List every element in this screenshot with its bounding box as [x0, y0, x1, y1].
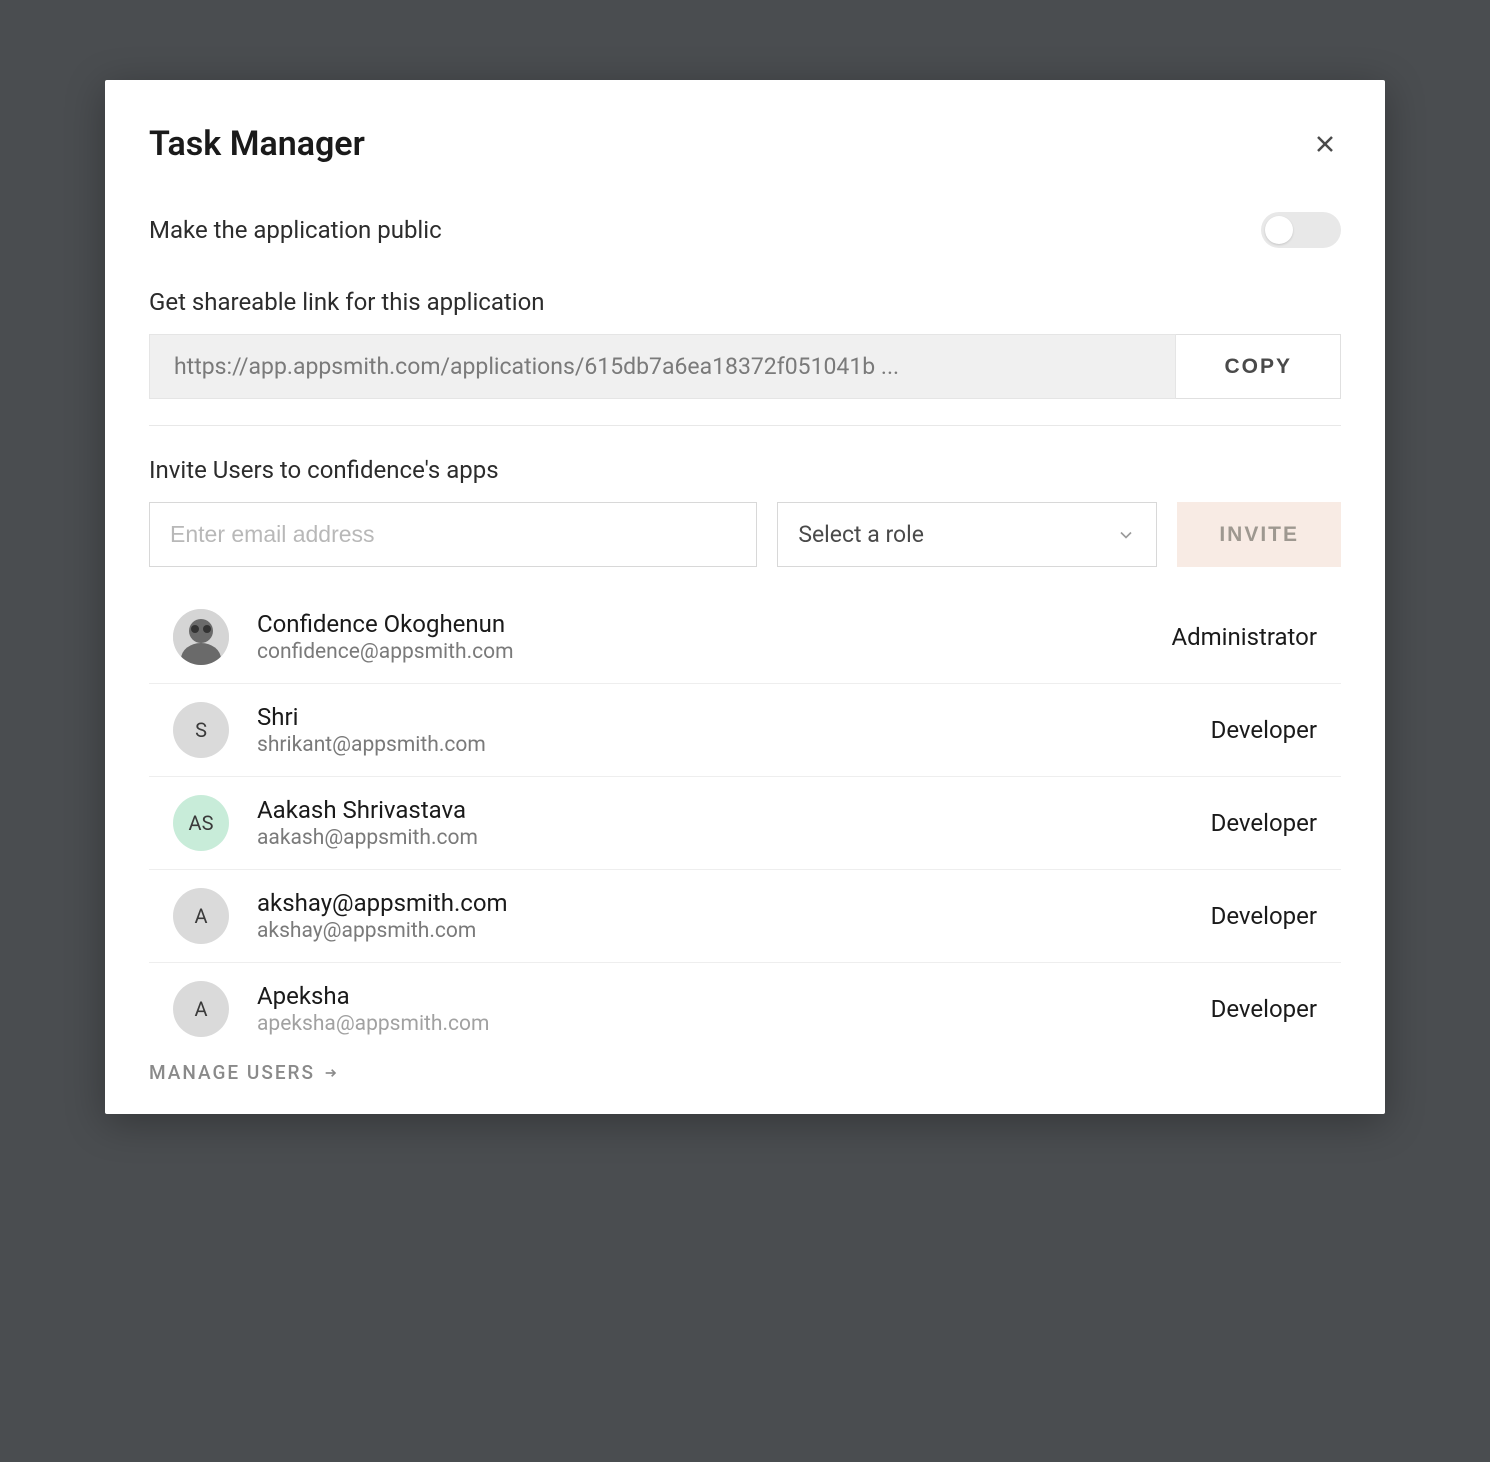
- user-email: shrikant@appsmith.com: [257, 733, 1211, 757]
- invite-section-label: Invite Users to confidence's apps: [149, 456, 1341, 484]
- user-role: Developer: [1211, 902, 1317, 930]
- user-info: akshay@appsmith.com akshay@appsmith.com: [257, 889, 1211, 943]
- user-info: Confidence Okoghenun confidence@appsmith…: [257, 610, 1171, 664]
- user-row: Confidence Okoghenun confidence@appsmith…: [149, 599, 1341, 684]
- modal-title: Task Manager: [149, 124, 365, 164]
- share-modal: Task Manager Make the application public…: [105, 80, 1385, 1114]
- user-role: Administrator: [1171, 623, 1317, 651]
- public-toggle-row: Make the application public: [149, 212, 1341, 248]
- user-name: Shri: [257, 703, 1211, 731]
- user-name: akshay@appsmith.com: [257, 889, 1211, 917]
- arrow-right-icon: [323, 1065, 339, 1081]
- user-email: confidence@appsmith.com: [257, 640, 1171, 664]
- avatar: AS: [173, 795, 229, 851]
- avatar: A: [173, 888, 229, 944]
- public-toggle-label: Make the application public: [149, 216, 442, 244]
- user-row: S Shri shrikant@appsmith.com Developer: [149, 684, 1341, 777]
- user-row: A akshay@appsmith.com akshay@appsmith.co…: [149, 870, 1341, 963]
- share-url-display[interactable]: https://app.appsmith.com/applications/61…: [149, 334, 1176, 399]
- user-list: Confidence Okoghenun confidence@appsmith…: [149, 599, 1341, 1037]
- toggle-knob: [1265, 216, 1293, 244]
- user-role: Developer: [1211, 716, 1317, 744]
- share-link-row: https://app.appsmith.com/applications/61…: [149, 334, 1341, 399]
- user-email: apeksha@appsmith.com: [257, 1012, 1211, 1036]
- manage-users-label: MANAGE USERS: [149, 1061, 315, 1084]
- manage-users-link[interactable]: MANAGE USERS: [149, 1061, 339, 1084]
- divider: [149, 425, 1341, 426]
- avatar: S: [173, 702, 229, 758]
- chevron-down-icon: [1116, 525, 1136, 545]
- invite-button[interactable]: INVITE: [1177, 502, 1341, 567]
- user-email: akshay@appsmith.com: [257, 919, 1211, 943]
- avatar: A: [173, 981, 229, 1037]
- user-role: Developer: [1211, 809, 1317, 837]
- public-toggle[interactable]: [1261, 212, 1341, 248]
- role-select-value: Select a role: [798, 521, 924, 548]
- email-input[interactable]: [149, 502, 757, 567]
- user-name: Apeksha: [257, 982, 1211, 1010]
- user-name: Aakash Shrivastava: [257, 796, 1211, 824]
- user-row: A Apeksha apeksha@appsmith.com Developer: [149, 963, 1341, 1037]
- copy-button[interactable]: COPY: [1176, 334, 1341, 399]
- user-info: Apeksha apeksha@appsmith.com: [257, 982, 1211, 1036]
- user-role: Developer: [1211, 995, 1317, 1023]
- close-icon: [1313, 132, 1337, 156]
- invite-form-row: Select a role INVITE: [149, 502, 1341, 567]
- share-link-label: Get shareable link for this application: [149, 288, 1341, 316]
- close-button[interactable]: [1309, 128, 1341, 160]
- user-row: AS Aakash Shrivastava aakash@appsmith.co…: [149, 777, 1341, 870]
- user-email: aakash@appsmith.com: [257, 826, 1211, 850]
- modal-header: Task Manager: [149, 124, 1341, 164]
- avatar: [173, 609, 229, 665]
- user-info: Aakash Shrivastava aakash@appsmith.com: [257, 796, 1211, 850]
- user-info: Shri shrikant@appsmith.com: [257, 703, 1211, 757]
- user-name: Confidence Okoghenun: [257, 610, 1171, 638]
- role-select[interactable]: Select a role: [777, 502, 1157, 567]
